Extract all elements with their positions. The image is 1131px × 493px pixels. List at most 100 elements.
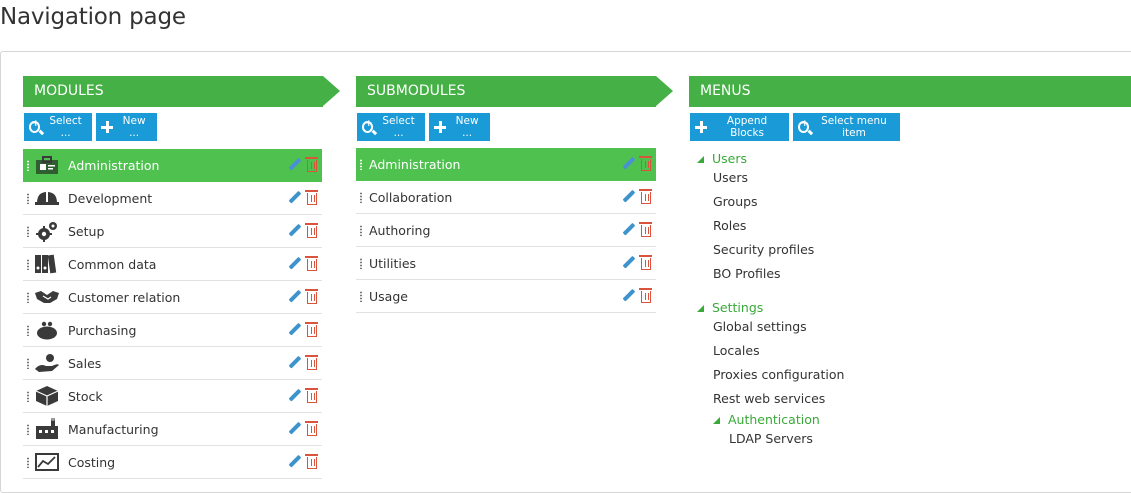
edit-pencil-icon[interactable] xyxy=(288,422,301,435)
module-row[interactable]: Manufacturing xyxy=(23,413,322,446)
submodule-row[interactable]: Administration xyxy=(356,148,656,181)
menu-item[interactable]: Rest web services xyxy=(697,387,844,411)
submodule-row[interactable]: Collaboration xyxy=(356,181,656,214)
module-row[interactable]: Purchasing xyxy=(23,314,322,347)
module-label: Costing xyxy=(68,454,116,470)
submodules-column: SUBMODULES Select ... New ... Administra… xyxy=(356,76,673,313)
expand-triangle-icon[interactable] xyxy=(697,304,704,312)
edit-pencil-icon[interactable] xyxy=(288,323,301,336)
row-actions xyxy=(288,289,318,304)
hard-hat-icon xyxy=(34,187,60,209)
drag-handle-icon[interactable] xyxy=(27,390,29,402)
menu-item[interactable]: Groups xyxy=(697,190,844,214)
menus-column: MENUS Append Blocks Select menu item xyxy=(689,76,1131,141)
submodules-new-button[interactable]: New ... xyxy=(429,113,490,141)
trash-icon[interactable] xyxy=(305,157,318,172)
drag-handle-icon[interactable] xyxy=(360,257,362,269)
drag-handle-icon[interactable] xyxy=(27,258,29,270)
submodules-select-button[interactable]: Select ... xyxy=(357,113,425,141)
module-row[interactable]: Stock xyxy=(23,380,322,413)
edit-pencil-icon[interactable] xyxy=(288,356,301,369)
trash-icon[interactable] xyxy=(305,388,318,403)
trash-icon[interactable] xyxy=(639,288,652,303)
module-row[interactable]: Customer relation xyxy=(23,281,322,314)
edit-pencil-icon[interactable] xyxy=(288,224,301,237)
drag-handle-icon[interactable] xyxy=(27,357,29,369)
menu-item[interactable]: LDAP Servers xyxy=(713,427,844,451)
drag-handle-icon[interactable] xyxy=(27,192,29,204)
drag-handle-icon[interactable] xyxy=(27,456,29,468)
trash-icon[interactable] xyxy=(305,289,318,304)
edit-pencil-icon[interactable] xyxy=(622,157,635,170)
trash-icon[interactable] xyxy=(305,256,318,271)
row-actions xyxy=(622,222,652,237)
modules-select-button[interactable]: Select ... xyxy=(24,113,92,141)
edit-pencil-icon[interactable] xyxy=(288,455,301,468)
row-actions xyxy=(288,454,318,469)
expand-triangle-icon[interactable] xyxy=(713,416,720,424)
module-row[interactable]: Common data xyxy=(23,248,322,281)
row-actions xyxy=(288,388,318,403)
edit-pencil-icon[interactable] xyxy=(288,158,301,171)
menu-subgroup-toggle[interactable]: Authentication xyxy=(713,411,844,427)
submodule-row[interactable]: Utilities xyxy=(356,247,656,280)
modules-new-button[interactable]: New ... xyxy=(96,113,157,141)
row-actions xyxy=(622,156,652,171)
module-row[interactable]: Setup xyxy=(23,215,322,248)
drag-handle-icon[interactable] xyxy=(27,159,29,171)
menu-group-toggle[interactable]: Users xyxy=(697,150,844,166)
drag-handle-icon[interactable] xyxy=(360,158,362,170)
edit-pencil-icon[interactable] xyxy=(622,190,635,203)
menu-item[interactable]: BO Profiles xyxy=(697,262,844,286)
trash-icon[interactable] xyxy=(305,421,318,436)
module-row[interactable]: Administration xyxy=(23,149,322,182)
module-row[interactable]: Sales xyxy=(23,347,322,380)
menus-header: MENUS xyxy=(689,76,1131,107)
trash-icon[interactable] xyxy=(305,355,318,370)
select-menu-item-button[interactable]: Select menu item xyxy=(793,113,900,141)
edit-pencil-icon[interactable] xyxy=(288,290,301,303)
drag-handle-icon[interactable] xyxy=(360,290,362,302)
submodule-row[interactable]: Authoring xyxy=(356,214,656,247)
menu-tree: Users Users Groups Roles Security profiles BO… xyxy=(697,150,844,451)
trash-icon[interactable] xyxy=(639,222,652,237)
menus-toolbar: Append Blocks Select menu item xyxy=(690,113,900,141)
menu-item[interactable]: Roles xyxy=(697,214,844,238)
module-row[interactable]: Development xyxy=(23,182,322,215)
drag-handle-icon[interactable] xyxy=(360,191,362,203)
menu-group-toggle[interactable]: Settings xyxy=(697,299,844,315)
edit-pencil-icon[interactable] xyxy=(622,223,635,236)
drag-handle-icon[interactable] xyxy=(27,423,29,435)
drag-handle-icon[interactable] xyxy=(27,225,29,237)
edit-pencil-icon[interactable] xyxy=(288,389,301,402)
row-actions xyxy=(288,190,318,205)
submodule-label: Authoring xyxy=(369,222,431,238)
module-row[interactable]: Costing xyxy=(23,446,322,479)
plus-icon xyxy=(695,121,708,133)
trash-icon[interactable] xyxy=(639,189,652,204)
submodule-row[interactable]: Usage xyxy=(356,280,656,313)
trash-icon[interactable] xyxy=(305,190,318,205)
edit-pencil-icon[interactable] xyxy=(622,256,635,269)
trash-icon[interactable] xyxy=(305,322,318,337)
edit-pencil-icon[interactable] xyxy=(288,191,301,204)
menu-item[interactable]: Proxies configuration xyxy=(697,363,844,387)
menu-group-label: Settings xyxy=(712,299,764,315)
drag-handle-icon[interactable] xyxy=(27,291,29,303)
drag-handle-icon[interactable] xyxy=(27,324,29,336)
trash-icon[interactable] xyxy=(639,255,652,270)
append-blocks-label: Append Blocks xyxy=(726,115,768,139)
edit-pencil-icon[interactable] xyxy=(622,289,635,302)
trash-icon[interactable] xyxy=(639,156,652,171)
edit-pencil-icon[interactable] xyxy=(288,257,301,270)
expand-triangle-icon[interactable] xyxy=(697,155,704,163)
menu-item[interactable]: Security profiles xyxy=(697,238,844,262)
append-blocks-button[interactable]: Append Blocks xyxy=(690,113,789,141)
drag-handle-icon[interactable] xyxy=(360,224,362,236)
menu-item[interactable]: Users xyxy=(697,166,844,190)
menu-item[interactable]: Global settings xyxy=(697,315,844,339)
menu-item[interactable]: Locales xyxy=(697,339,844,363)
modules-select-label: Select ... xyxy=(49,115,82,139)
trash-icon[interactable] xyxy=(305,223,318,238)
trash-icon[interactable] xyxy=(305,454,318,469)
